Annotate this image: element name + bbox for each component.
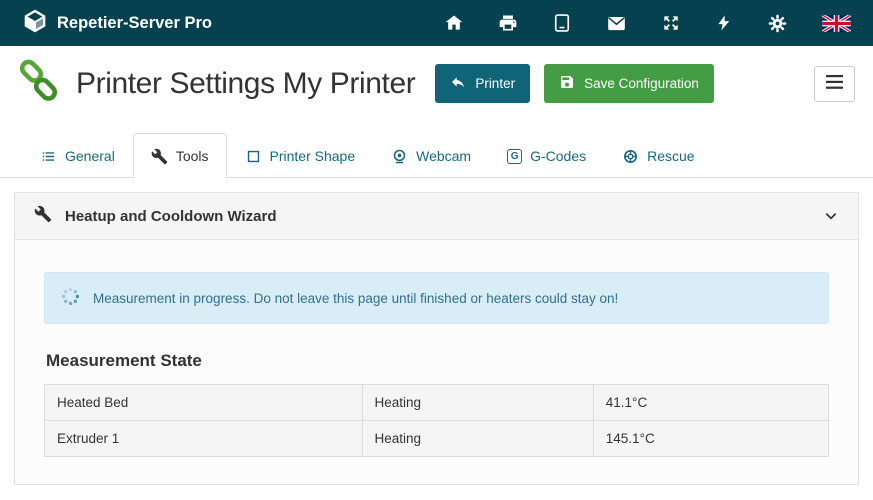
panel-title: Heatup and Cooldown Wizard xyxy=(65,208,277,225)
tab-tools[interactable]: Tools xyxy=(133,133,227,178)
menu-button[interactable] xyxy=(814,66,855,102)
page-header: Printer Settings My Printer Printer Save… xyxy=(0,46,873,119)
spinner-icon xyxy=(61,287,80,309)
tab-rescue[interactable]: Rescue xyxy=(604,133,712,178)
chevron-down-icon[interactable] xyxy=(823,208,839,224)
fullscreen-icon[interactable] xyxy=(661,13,681,33)
table-row: Extruder 1 Heating 145.1°C xyxy=(45,421,829,457)
language-flag-uk-icon[interactable] xyxy=(822,15,851,32)
bolt-icon[interactable] xyxy=(715,13,733,33)
heatup-wizard-panel-header[interactable]: Heatup and Cooldown Wizard xyxy=(15,193,858,240)
chain-link-icon xyxy=(14,57,62,110)
settings-tabs: General Tools Printer Shape Webcam G G-C… xyxy=(0,133,873,178)
tab-general[interactable]: General xyxy=(22,133,133,178)
tab-webcam[interactable]: Webcam xyxy=(373,133,489,178)
printer-button-label: Printer xyxy=(475,76,515,91)
save-configuration-button[interactable]: Save Configuration xyxy=(544,64,714,103)
tab-rescue-label: Rescue xyxy=(647,148,694,164)
back-arrow-icon xyxy=(450,74,466,93)
printer-button[interactable]: Printer xyxy=(435,64,530,103)
measurement-alert: Measurement in progress. Do not leave th… xyxy=(44,272,829,324)
tab-webcam-label: Webcam xyxy=(416,148,471,164)
printer-icon[interactable] xyxy=(498,13,518,33)
repetier-logo-icon xyxy=(22,8,48,39)
hamburger-icon xyxy=(826,75,843,92)
brand[interactable]: Repetier-Server Pro xyxy=(22,8,212,39)
heater-name-cell: Extruder 1 xyxy=(45,421,363,457)
tab-tools-label: Tools xyxy=(176,148,209,164)
tab-general-label: General xyxy=(65,148,115,164)
mail-icon[interactable] xyxy=(606,13,627,34)
navbar-icons xyxy=(444,13,851,34)
heater-status-cell: Heating xyxy=(362,421,593,457)
heater-temp-cell: 41.1°C xyxy=(593,385,828,421)
tab-printer-shape[interactable]: Printer Shape xyxy=(227,133,374,178)
save-button-label: Save Configuration xyxy=(584,76,699,91)
page-title: Printer Settings My Printer xyxy=(76,67,415,101)
heatup-wizard-panel: Heatup and Cooldown Wizard xyxy=(14,192,859,485)
gear-icon[interactable] xyxy=(767,13,788,34)
heater-temp-cell: 145.1°C xyxy=(593,421,828,457)
brand-label: Repetier-Server Pro xyxy=(57,14,212,33)
home-icon[interactable] xyxy=(444,13,464,33)
top-navbar: Repetier-Server Pro xyxy=(0,0,873,46)
tab-printer-shape-label: Printer Shape xyxy=(270,148,356,164)
save-icon xyxy=(559,74,575,93)
measurement-state-table: Heated Bed Heating 41.1°C Extruder 1 Hea… xyxy=(44,384,829,457)
tab-gcodes-label: G-Codes xyxy=(530,148,586,164)
wrench-icon xyxy=(34,205,52,227)
measurement-state-title: Measurement State xyxy=(46,351,827,371)
heater-name-cell: Heated Bed xyxy=(45,385,363,421)
heater-status-cell: Heating xyxy=(362,385,593,421)
panel-body: Measurement in progress. Do not leave th… xyxy=(15,240,858,493)
gcode-icon: G xyxy=(507,149,522,164)
queue-icon[interactable] xyxy=(552,13,572,33)
table-row: Heated Bed Heating 41.1°C xyxy=(45,385,829,421)
alert-text: Measurement in progress. Do not leave th… xyxy=(93,291,618,306)
tab-gcodes[interactable]: G G-Codes xyxy=(489,133,604,178)
